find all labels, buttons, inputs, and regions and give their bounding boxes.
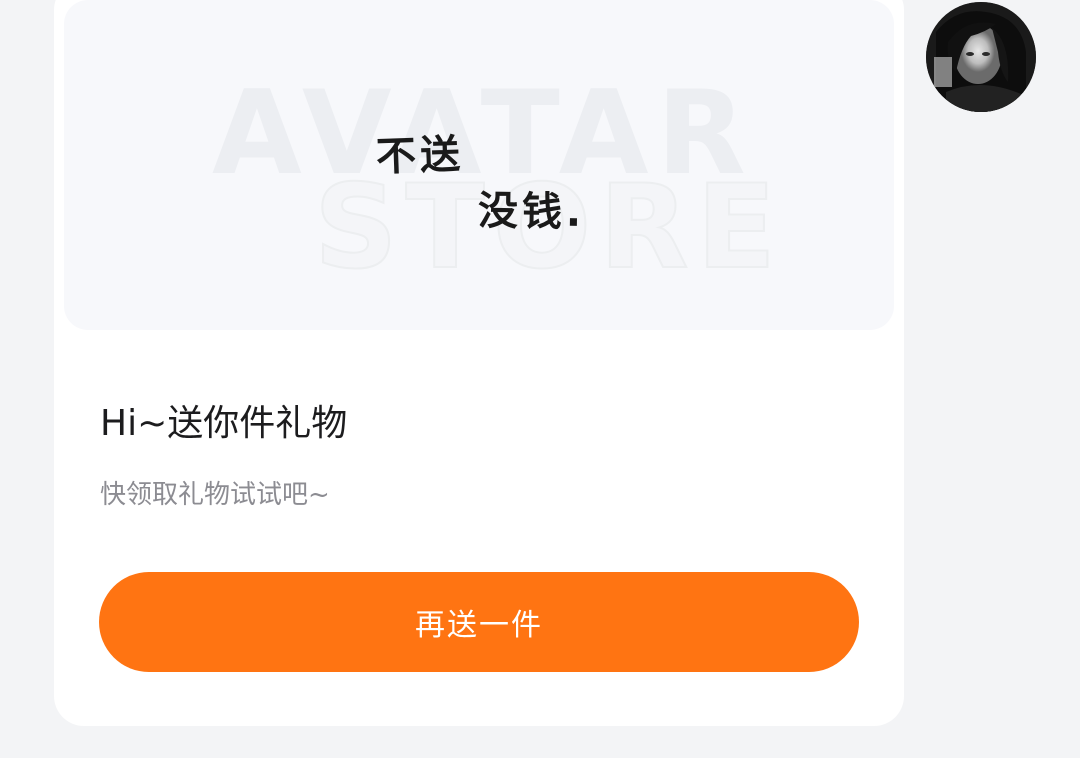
avatar-portrait-icon (926, 2, 1036, 112)
chat-area: AVATAR STORE 不送 没钱. Hi~送你件礼物 快领取礼物试试吧~ 再… (0, 0, 1080, 758)
gift-image[interactable]: AVATAR STORE 不送 没钱. (64, 0, 894, 330)
avatar[interactable] (926, 2, 1036, 112)
gift-subtitle: 快领取礼物试试吧~ (100, 480, 330, 510)
gift-message-card[interactable]: AVATAR STORE 不送 没钱. Hi~送你件礼物 快领取礼物试试吧~ 再… (54, 0, 904, 726)
gift-title: Hi~送你件礼物 (100, 403, 348, 444)
send-again-button[interactable]: 再送一件 (99, 572, 859, 672)
gift-image-caption-line1: 不送 (375, 131, 465, 181)
gift-image-caption-line2: 没钱. (477, 188, 586, 236)
